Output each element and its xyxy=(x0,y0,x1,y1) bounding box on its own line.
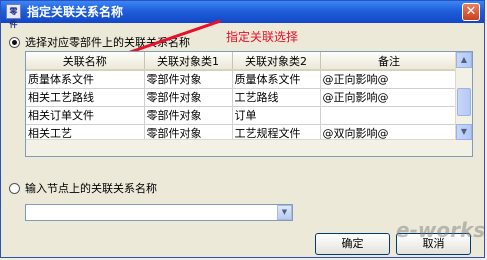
cell-name: 质量体系文件 xyxy=(26,70,145,89)
cell-type2: 工艺路线 xyxy=(232,88,321,107)
cell-type1: 零部件对象 xyxy=(144,70,233,89)
col-header-type2[interactable]: 关联对象类2 xyxy=(232,52,321,71)
chevron-down-icon[interactable]: ▼ xyxy=(277,205,292,220)
relation-name-combo[interactable]: ▼ xyxy=(25,204,293,221)
cell-name: 相关工艺路线 xyxy=(26,88,145,107)
table-row[interactable]: 相关工艺路线 零部件对象 工艺路线 @正向影响@ xyxy=(26,88,459,107)
option-input-node-label[interactable]: 输入节点上的关联关系名称 xyxy=(25,180,157,196)
horizontal-scrollbar[interactable] xyxy=(26,139,456,156)
dialog-title: 指定关联关系名称 xyxy=(27,5,124,19)
col-header-name[interactable]: 关联名称 xyxy=(26,52,145,71)
table-row[interactable]: 质量体系文件 零部件对象 质量体系文件 @正向影响@ xyxy=(26,70,459,89)
scroll-thumb[interactable] xyxy=(457,88,471,116)
app-icon: 零件 xyxy=(6,4,21,29)
dialog-window: 零件 指定关联关系名称 ✕ 选择对应零部件上的关联关系名称 指定关联选择 关联名… xyxy=(0,0,485,258)
annotation-text: 指定关联选择 xyxy=(226,30,299,44)
option-select-part-radio[interactable] xyxy=(9,37,20,48)
cell-type2: 订单 xyxy=(232,106,321,125)
cancel-button[interactable]: 取消 xyxy=(396,233,471,255)
title-bar[interactable]: 零件 指定关联关系名称 ✕ xyxy=(1,1,484,29)
cell-type1: 零部件对象 xyxy=(144,88,233,107)
col-header-remark[interactable]: 备注 xyxy=(320,52,459,71)
cell-remark: @正向影响@ xyxy=(320,70,459,89)
scroll-up-icon[interactable]: ▲ xyxy=(456,52,472,68)
cell-remark: @正向影响@ xyxy=(320,88,459,107)
option-input-node-radio[interactable] xyxy=(9,183,20,194)
option-select-part-label[interactable]: 选择对应零部件上的关联关系名称 xyxy=(25,34,190,50)
table-row[interactable]: 相关订单文件 零部件对象 订单 xyxy=(26,106,459,125)
scroll-down-icon[interactable]: ▼ xyxy=(456,124,472,140)
cell-remark xyxy=(320,106,459,125)
cell-type2: 质量体系文件 xyxy=(232,70,321,89)
col-header-type1[interactable]: 关联对象类1 xyxy=(144,52,233,71)
close-icon[interactable]: ✕ xyxy=(462,3,480,21)
cell-type1: 零部件对象 xyxy=(144,106,233,125)
ok-button[interactable]: 确定 xyxy=(315,233,390,255)
cell-name: 相关订单文件 xyxy=(26,106,145,125)
vertical-scrollbar[interactable]: ▲ ▼ xyxy=(455,52,472,156)
relation-table: 关联名称 关联对象类1 关联对象类2 备注 质量体系文件 零部件对象 质量体系文… xyxy=(25,51,473,157)
table-header-row: 关联名称 关联对象类1 关联对象类2 备注 xyxy=(26,52,459,71)
